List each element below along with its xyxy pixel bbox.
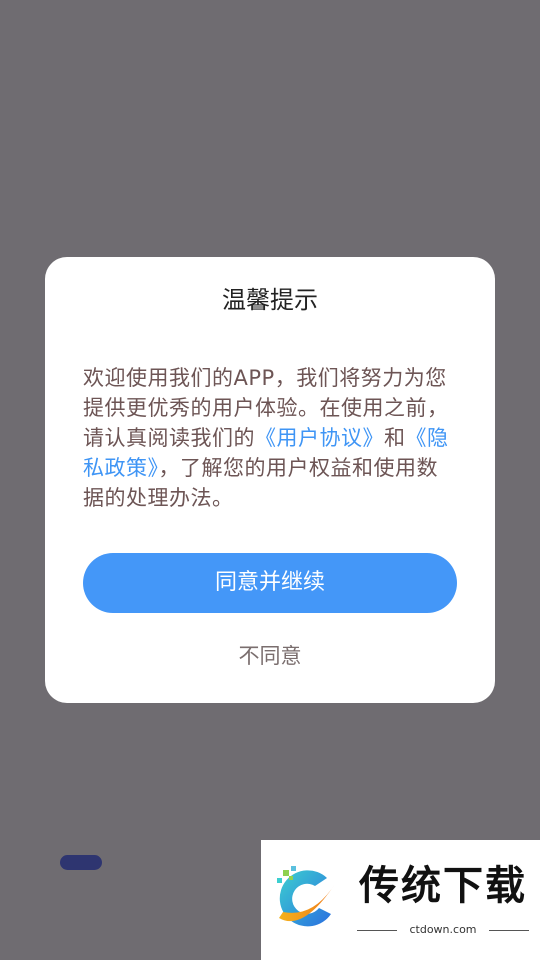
dialog-message: 欢迎使用我们的APP，我们将努力为您提供更优秀的用户体验。在使用之前，请认真阅读… bbox=[83, 363, 458, 513]
ctdown-logo-icon bbox=[277, 866, 335, 927]
background-indicator-pill bbox=[60, 855, 102, 870]
user-agreement-link[interactable]: 《用户协议》 bbox=[255, 426, 384, 450]
privacy-dialog: 温馨提示 欢迎使用我们的APP，我们将努力为您提供更优秀的用户体验。在使用之前，… bbox=[45, 257, 495, 703]
dialog-title: 温馨提示 bbox=[222, 286, 318, 314]
watermark-banner: 传统下载 ctdown.com bbox=[261, 840, 540, 960]
agree-continue-button[interactable]: 同意并继续 bbox=[83, 553, 457, 613]
message-text-and: 和 bbox=[384, 426, 406, 450]
subtitle-divider-right bbox=[489, 930, 529, 931]
watermark-title: 传统下载 bbox=[359, 863, 527, 909]
disagree-button[interactable]: 不同意 bbox=[45, 641, 495, 671]
